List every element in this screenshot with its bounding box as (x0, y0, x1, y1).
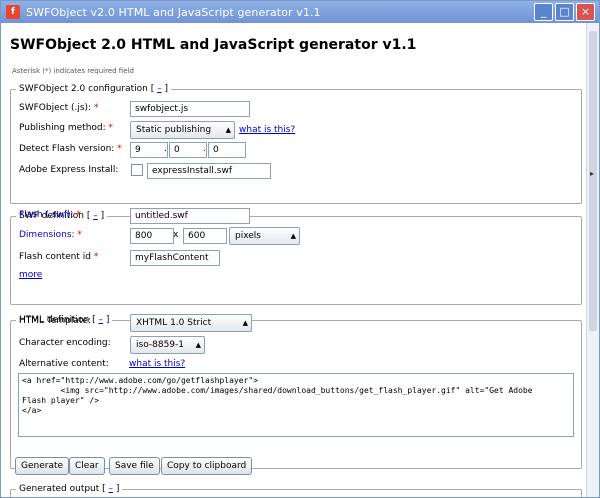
more-link[interactable]: more (19, 270, 42, 280)
content-id-label: Flash content id * (19, 252, 99, 262)
template-label: HTML Template: (19, 316, 92, 326)
window-title: SWFObject v2.0 HTML and JavaScript gener… (26, 5, 321, 19)
flash-version-major-input[interactable]: 9 (130, 142, 168, 158)
window-controls: _ □ × (534, 3, 595, 21)
maximize-button[interactable]: □ (555, 3, 574, 21)
select-arrows-icon: ▲ (225, 126, 231, 134)
content-id-input[interactable]: myFlashContent (130, 250, 220, 266)
clear-button[interactable]: Clear (69, 457, 105, 475)
express-install-checkbox[interactable] (131, 164, 143, 176)
select-arrows-icon: ▲ (242, 319, 248, 327)
unit-select[interactable]: pixels ▲ (229, 227, 300, 245)
vertical-scrollbar[interactable]: ▸ (586, 23, 599, 497)
alt-content-label: Alternative content: (19, 359, 109, 369)
save-file-button[interactable]: Save file (109, 457, 160, 475)
select-arrows-icon: ▲ (290, 232, 296, 240)
copy-to-clipboard-button[interactable]: Copy to clipboard (161, 457, 253, 475)
swfobject-input[interactable]: swfobject.js (130, 101, 250, 117)
dimension-separator: x (173, 230, 179, 240)
height-input[interactable]: 600 (183, 228, 227, 244)
publishing-label: Publishing method: * (19, 123, 114, 133)
alt-content-help-link[interactable]: what is this? (129, 359, 185, 369)
page-title: SWFObject 2.0 HTML and JavaScript genera… (10, 37, 417, 53)
app-window: f SWFObject v2.0 HTML and JavaScript gen… (0, 0, 600, 498)
alt-content-textarea[interactable]: <a href="http://www.adobe.com/go/getflas… (18, 373, 574, 437)
express-install-label: Adobe Express Install: (19, 165, 119, 175)
output-fieldset: Generated output [ – ] (10, 484, 582, 497)
version-dot: . (203, 144, 206, 154)
config-legend: SWFObject 2.0 configuration [ – ] (19, 84, 168, 94)
generate-button[interactable]: Generate (15, 457, 70, 475)
publishing-help-link[interactable]: what is this? (239, 125, 295, 135)
flash-version-label: Detect Flash version: * (19, 144, 122, 154)
dimensions-label: Dimensions: * (19, 230, 82, 240)
title-bar: f SWFObject v2.0 HTML and JavaScript gen… (1, 1, 599, 23)
express-install-input[interactable]: expressInstall.swf (147, 163, 271, 179)
flash-swf-label: Flash (.swf): * (19, 210, 81, 220)
flash-version-minor-input[interactable]: 0 (169, 142, 207, 158)
version-dot: . (164, 144, 167, 154)
app-icon: f (6, 5, 20, 19)
required-note: Asterisk (*) indicates required field (12, 67, 134, 75)
scroll-arrow-icon: ▸ (590, 169, 595, 178)
encoding-label: Character encoding: (19, 338, 111, 348)
close-button[interactable]: × (576, 3, 595, 21)
output-legend: Generated output [ – ] (19, 484, 120, 494)
scrollbar-thumb[interactable] (589, 31, 597, 331)
flash-version-revision-input[interactable]: 0 (208, 142, 246, 158)
select-arrows-icon: ▲ (195, 341, 201, 349)
encoding-select[interactable]: iso-8859-1 ▲ (130, 336, 205, 354)
width-input[interactable]: 800 (130, 228, 174, 244)
minimize-button[interactable]: _ (534, 3, 553, 21)
template-select[interactable]: XHTML 1.0 Strict ▲ (130, 314, 252, 332)
flash-swf-input[interactable]: untitled.swf (130, 208, 250, 224)
publishing-select[interactable]: Static publishing ▲ (130, 121, 235, 139)
main-content: SWFObject 2.0 HTML and JavaScript genera… (1, 23, 587, 497)
swfobject-label: SWFObject (.js): * (19, 103, 99, 113)
